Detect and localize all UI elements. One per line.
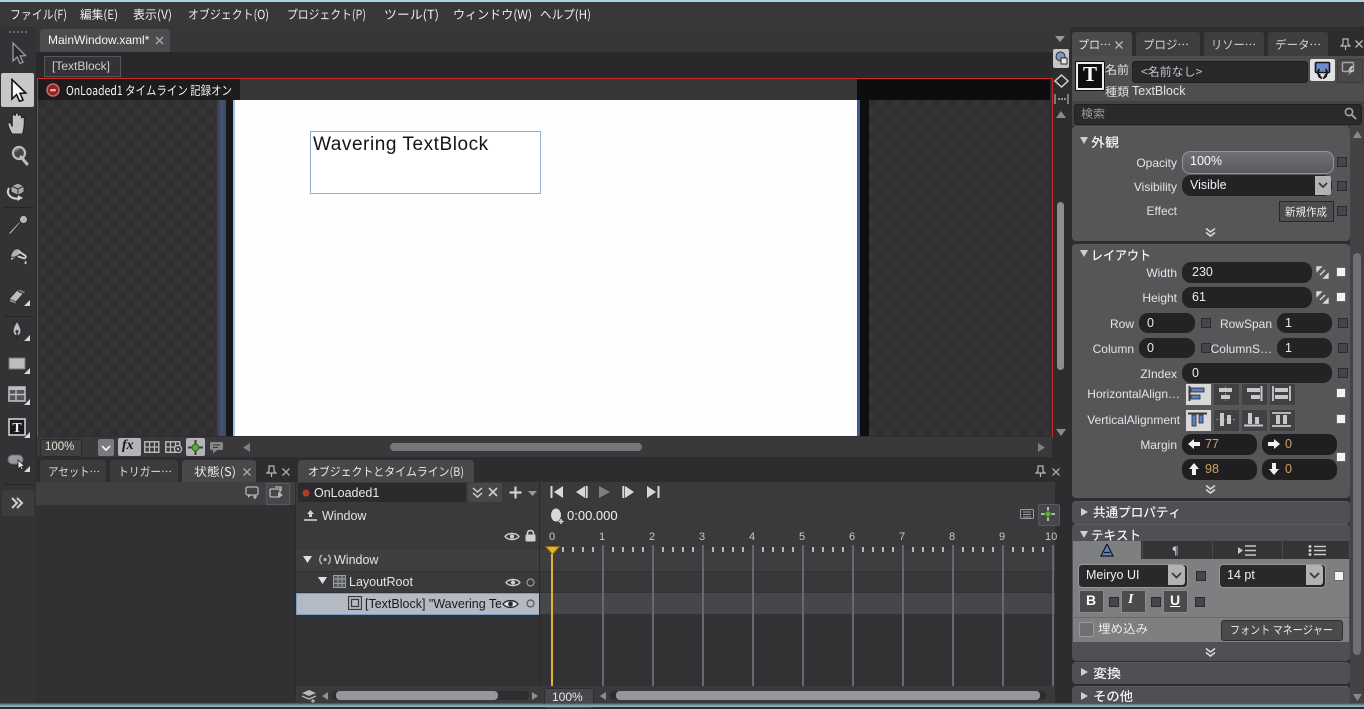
svg-text:T: T [12,421,22,436]
